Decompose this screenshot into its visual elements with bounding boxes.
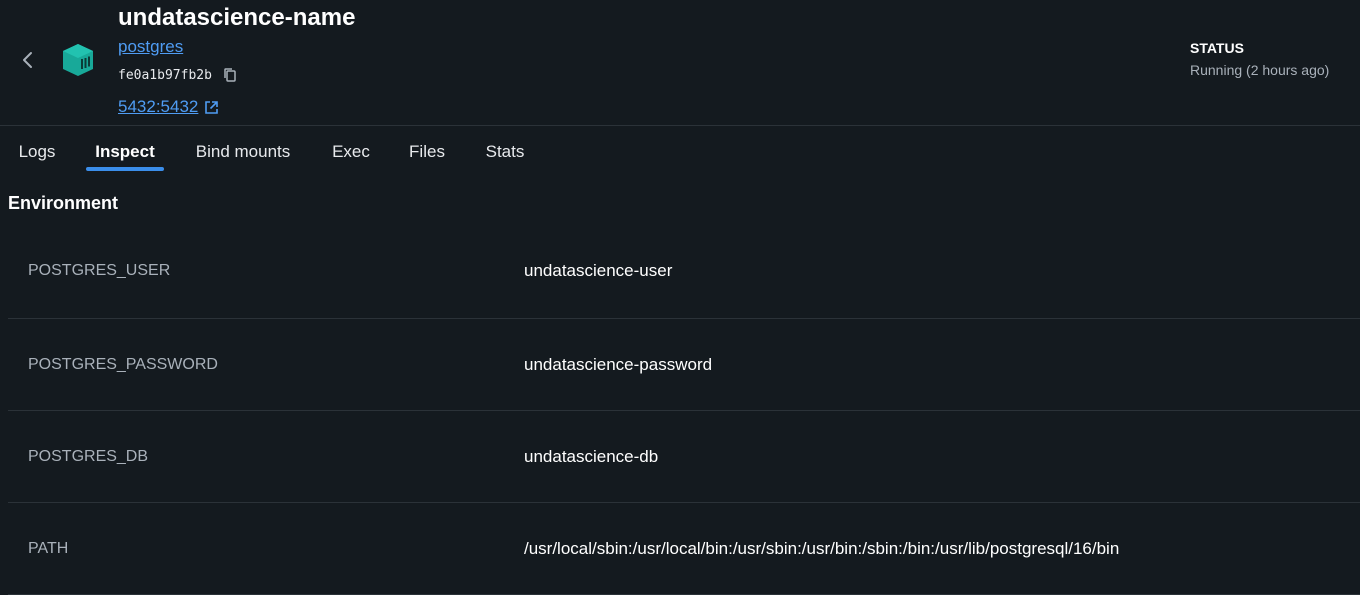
env-value: /usr/local/sbin:/usr/local/bin:/usr/sbin… xyxy=(524,539,1120,558)
image-link[interactable]: postgres xyxy=(118,37,183,57)
table-row: POSTGRES_PASSWORD undatascience-password xyxy=(8,319,1360,411)
env-key: POSTGRES_DB xyxy=(28,448,149,465)
tab-bind-mounts[interactable]: Bind mounts xyxy=(184,126,302,174)
status-label: STATUS xyxy=(1190,40,1244,56)
tab-files[interactable]: Files xyxy=(400,126,454,174)
status-value: Running (2 hours ago) xyxy=(1190,62,1330,78)
status-block: STATUS Running (2 hours ago) xyxy=(1190,40,1329,79)
back-button[interactable] xyxy=(14,46,42,74)
env-value: undatascience-user xyxy=(524,261,673,280)
table-row: PATH /usr/local/sbin:/usr/local/bin:/usr… xyxy=(8,503,1360,595)
tab-stats[interactable]: Stats xyxy=(474,126,536,174)
env-value: undatascience-password xyxy=(524,355,713,374)
env-key: PATH xyxy=(28,540,69,557)
container-cube-icon xyxy=(60,42,96,78)
container-name: undatascience-name xyxy=(118,4,356,31)
table-row: POSTGRES_DB undatascience-db xyxy=(8,411,1360,503)
chevron-left-icon xyxy=(23,52,32,68)
environment-table: POSTGRES_USER undatascience-user POSTGRE… xyxy=(8,226,1360,595)
copy-id-button[interactable] xyxy=(222,67,238,83)
container-header: undatascience-name postgres fe0a1b97fb2b… xyxy=(0,0,1360,126)
external-link-icon[interactable] xyxy=(204,100,219,115)
section-title: Environment xyxy=(8,193,119,213)
table-row: POSTGRES_USER undatascience-user xyxy=(8,226,1360,319)
env-key: POSTGRES_PASSWORD xyxy=(28,356,218,373)
env-value: undatascience-db xyxy=(524,447,659,466)
port-link[interactable]: 5432:5432 xyxy=(118,97,198,117)
tab-bar: Logs Inspect Bind mounts Exec Files Stat… xyxy=(0,126,1360,174)
tab-logs[interactable]: Logs xyxy=(8,126,66,174)
container-id: fe0a1b97fb2b xyxy=(118,67,212,83)
env-key: POSTGRES_USER xyxy=(28,262,171,279)
tab-exec[interactable]: Exec xyxy=(322,126,380,174)
active-tab-indicator xyxy=(86,167,164,171)
copy-icon xyxy=(224,68,236,82)
